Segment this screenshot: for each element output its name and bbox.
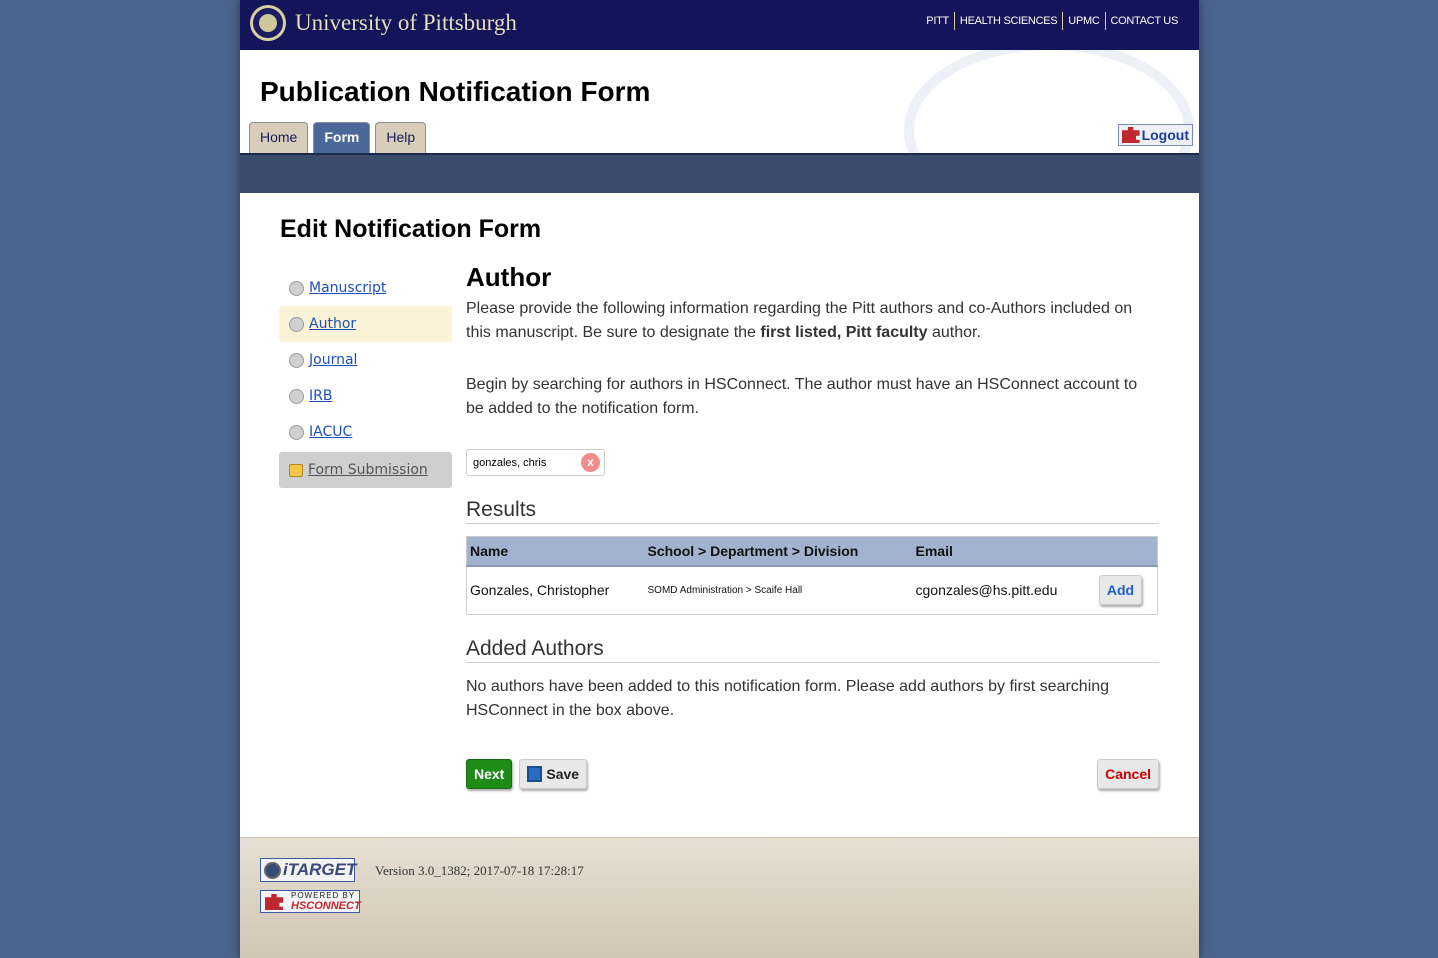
sidebar-item-form-submission[interactable]: Form Submission xyxy=(279,452,452,488)
link-contact-us[interactable]: CONTACT US xyxy=(1104,12,1184,30)
university-seal-icon xyxy=(250,5,286,41)
link-pitt[interactable]: PITT xyxy=(921,12,954,30)
result-department: SOMD Administration > Scaife Hall xyxy=(647,584,803,596)
sub-header-bar xyxy=(240,155,1199,193)
result-email: cgonzales@hs.pitt.edu xyxy=(915,582,1058,599)
puzzle-icon xyxy=(265,894,283,910)
hsconnect-text: HSCONNECT xyxy=(291,900,361,912)
sidebar-link[interactable]: Form Submission xyxy=(308,462,428,478)
form-actions: Next Save Cancel xyxy=(466,758,1159,789)
tab-form[interactable]: Form xyxy=(313,122,371,153)
column-department: School > Department > Division xyxy=(644,536,913,567)
search-value: gonzales, chris xyxy=(473,457,547,469)
author-search-input[interactable]: gonzales, chris x xyxy=(466,449,605,476)
sidebar-link[interactable]: IACUC xyxy=(309,424,352,440)
author-section: Author Please provide the following info… xyxy=(466,262,1159,789)
sidebar-link[interactable]: Manuscript xyxy=(309,280,386,296)
column-name: Name xyxy=(466,536,645,567)
logout-button[interactable]: Logout xyxy=(1117,124,1193,146)
tab-home[interactable]: Home xyxy=(249,122,309,153)
result-name: Gonzales, Christopher xyxy=(470,582,610,599)
status-circle-icon xyxy=(289,352,304,368)
puzzle-icon xyxy=(1121,127,1140,143)
university-logo[interactable]: University of Pittsburgh xyxy=(250,5,517,41)
hsconnect-logo: POWERED BY HSCONNECT xyxy=(260,890,361,913)
table-header: Name School > Department > Division Emai… xyxy=(466,536,1158,567)
table-row: Gonzales, Christopher SOMD Administratio… xyxy=(467,566,1158,614)
page: University of Pittsburgh PITT HEALTH SCI… xyxy=(240,0,1199,958)
university-name: University of Pittsburgh xyxy=(295,10,517,35)
sidebar-item-iacuc[interactable]: IACUC xyxy=(279,414,452,450)
column-email: Email xyxy=(912,536,1096,567)
logout-label: Logout xyxy=(1141,127,1189,143)
save-label: Save xyxy=(546,765,580,782)
next-button[interactable]: Next xyxy=(466,758,513,789)
results-heading: Results xyxy=(466,498,1159,524)
title-area: Publication Notification Form Home Form … xyxy=(240,50,1199,155)
sidebar-item-manuscript[interactable]: Manuscript xyxy=(279,270,452,306)
add-author-button[interactable]: Add xyxy=(1098,575,1143,606)
sidebar-item-irb[interactable]: IRB xyxy=(279,378,452,414)
itarget-logo: iTARGET xyxy=(260,858,356,882)
cancel-button[interactable]: Cancel xyxy=(1097,758,1159,789)
top-links: PITT HEALTH SCIENCES UPMC CONTACT US xyxy=(921,12,1183,30)
lock-icon xyxy=(289,463,303,477)
sidebar-link[interactable]: Journal xyxy=(309,352,357,368)
footer: iTARGET POWERED BY HSCONNECT Version 3.0… xyxy=(240,837,1199,958)
status-circle-icon xyxy=(289,280,304,296)
sidebar-item-author[interactable]: Author xyxy=(279,306,452,342)
page-heading: Edit Notification Form xyxy=(280,215,542,243)
app-title: Publication Notification Form xyxy=(260,76,651,107)
section-title: Author xyxy=(466,262,552,292)
status-circle-icon xyxy=(289,424,304,440)
university-header: University of Pittsburgh PITT HEALTH SCI… xyxy=(240,0,1199,50)
link-health-sciences[interactable]: HEALTH SCIENCES xyxy=(953,12,1062,30)
added-authors-message: No authors have been added to this notif… xyxy=(466,677,1110,719)
tab-help[interactable]: Help xyxy=(375,122,427,153)
added-authors-heading: Added Authors xyxy=(466,637,1159,663)
status-circle-icon xyxy=(289,316,304,332)
results-table: Name School > Department > Division Emai… xyxy=(466,536,1158,615)
intro-text: Please provide the following information… xyxy=(466,300,1133,341)
sidebar-item-journal[interactable]: Journal xyxy=(279,342,452,378)
search-help-text: Begin by searching for authors in HSConn… xyxy=(466,376,1138,417)
column-action xyxy=(1095,536,1158,567)
status-circle-icon xyxy=(289,388,304,404)
save-button[interactable]: Save xyxy=(519,758,588,789)
sidebar-link[interactable]: Author xyxy=(309,316,356,332)
sidebar-link[interactable]: IRB xyxy=(309,388,332,404)
link-upmc[interactable]: UPMC xyxy=(1062,12,1104,30)
version-info: Version 3.0_1382; 2017-07-18 17:28:17 xyxy=(375,863,584,878)
clear-search-icon[interactable]: x xyxy=(581,453,600,472)
tab-bar: Home Form Help xyxy=(249,122,427,153)
form-sections-nav: Manuscript Author Journal IRB IACUC Form… xyxy=(279,270,452,488)
floppy-disk-icon xyxy=(527,765,543,782)
